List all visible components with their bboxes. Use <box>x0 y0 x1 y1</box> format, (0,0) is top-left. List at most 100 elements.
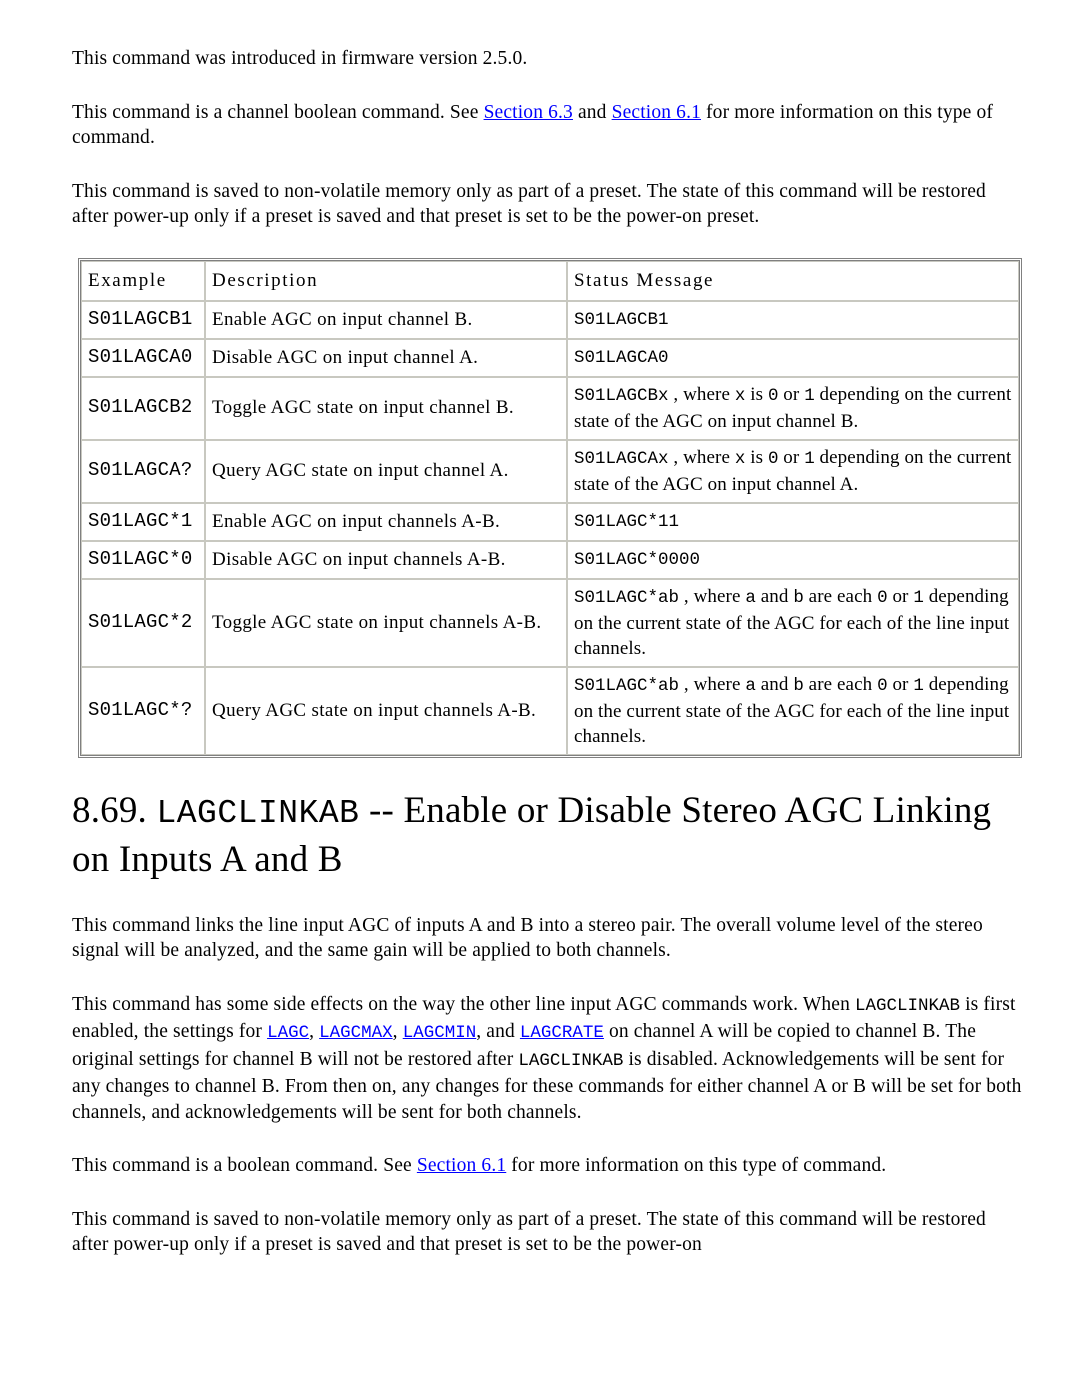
cell-description: Disable AGC on input channel A. <box>205 338 567 377</box>
table-header-row: Example Description Status Message <box>81 260 1019 301</box>
command-code: 1 <box>913 675 924 696</box>
command-code: b <box>793 675 804 696</box>
section-link[interactable]: Section 6.1 <box>612 102 701 123</box>
section-link[interactable]: Section 6.3 <box>484 102 573 123</box>
command-code: S01LAGC*0000 <box>574 549 701 570</box>
table-row: S01LAGC*1 Enable AGC on input channels A-… <box>81 502 1019 541</box>
paragraph-stereo-pair: This command links the line input AGC of… <box>72 913 1022 964</box>
cell-description: Query AGC state on input channels A-B. <box>205 666 567 755</box>
column-header-description: Description <box>205 260 567 301</box>
cell-example: S01LAGC*2 <box>81 578 205 667</box>
command-code: 0 <box>767 385 779 406</box>
text-run: This command has some side effects on th… <box>72 993 856 1015</box>
text-run: , where <box>679 673 746 695</box>
table-row: S01LAGCB1 Enable AGC on input channel B. S… <box>81 300 1019 339</box>
cell-status-message: S01LAGCAx , where x is 0 or 1 depending … <box>567 439 1019 503</box>
cell-example: S01LAGCA0 <box>81 338 205 377</box>
command-code: 1 <box>804 448 815 469</box>
command-code: S01LAGCB1 <box>574 309 669 330</box>
heading-command: LAGCLINKAB <box>156 794 360 832</box>
column-header-example: Example <box>81 260 205 301</box>
command-code: S01LAGCA0 <box>574 347 669 368</box>
command-code: 0 <box>877 587 888 608</box>
text-run: , where <box>668 383 735 405</box>
text-run: and <box>755 585 794 607</box>
command-code: a <box>745 587 756 608</box>
command-code: S01LAGC*ab <box>574 675 680 696</box>
cell-status-message: S01LAGC*0000 <box>567 540 1019 579</box>
cell-example: S01LAGC*0 <box>81 540 205 579</box>
text-run: , <box>392 1021 403 1042</box>
text-run: are each <box>803 585 878 607</box>
command-code: LAGCLINKAB <box>518 1050 624 1071</box>
cell-description: Enable AGC on input channels A-B. <box>205 502 567 541</box>
bottom-paragraphs: This command links the line input AGC of… <box>72 913 1022 1258</box>
heading-separator: -- <box>368 789 394 831</box>
command-code: 0 <box>767 448 779 469</box>
cell-status-message: S01LAGC*ab , where a and b are each 0 or… <box>567 666 1019 755</box>
text-run: is <box>745 383 768 405</box>
cell-description: Toggle AGC state on input channel B. <box>205 376 567 440</box>
command-code: b <box>793 587 804 608</box>
paragraph-channel-boolean: This command is a channel boolean comman… <box>72 100 1022 151</box>
command-code: S01LAGC*ab <box>574 587 680 608</box>
cell-example: S01LAGC*1 <box>81 502 205 541</box>
table-head: Example Description Status Message <box>81 260 1019 301</box>
text-run: and <box>572 101 612 123</box>
table-row: S01LAGCA0 Disable AGC on input channel A.… <box>81 338 1019 377</box>
command-code: S01LAGC*11 <box>574 511 680 532</box>
paragraph-boolean-command: This command is a boolean command. See S… <box>72 1153 1022 1179</box>
command-code: x <box>734 385 746 406</box>
paragraph-side-effects: This command has some side effects on th… <box>72 992 1022 1126</box>
text-run: are each <box>803 673 878 695</box>
top-paragraphs: This command was introduced in firmware … <box>72 46 1022 230</box>
cell-status-message: S01LAGC*11 <box>567 502 1019 541</box>
text-run: This command is saved to non-volatile me… <box>72 1208 986 1256</box>
paragraph-preset-memory: This command is saved to non-volatile me… <box>72 179 1022 230</box>
command-link[interactable]: LAGCMAX <box>319 1023 393 1043</box>
document-page: This command was introduced in firmware … <box>0 0 1080 1397</box>
text-run: and <box>755 673 794 695</box>
cell-description: Query AGC state on input channel A. <box>205 439 567 503</box>
text-run: or <box>887 585 914 607</box>
command-link[interactable]: LAGCMIN <box>403 1023 477 1043</box>
cell-description: Enable AGC on input channel B. <box>205 300 567 339</box>
page-title: 8.69. LAGCLINKAB -- Enable or Disable St… <box>72 788 1022 883</box>
command-code: x <box>734 448 746 469</box>
cell-status-message: S01LAGCA0 <box>567 338 1019 377</box>
text-run: , where <box>679 585 746 607</box>
text-run: or <box>778 383 805 405</box>
text-run: This command is a boolean command. See <box>72 1155 417 1176</box>
text-run: or <box>778 446 805 468</box>
document-content: This command was introduced in firmware … <box>72 46 1022 1286</box>
text-run: for more information on this type of com… <box>506 1155 887 1176</box>
cell-status-message: S01LAGC*ab , where a and b are each 0 or… <box>567 578 1019 667</box>
paragraph-firmware-version: This command was introduced in firmware … <box>72 46 1022 72</box>
table-row: S01LAGC*? Query AGC state on input channe… <box>81 666 1019 755</box>
text-run: This command was introduced in firmware … <box>72 48 528 69</box>
command-code: 1 <box>913 587 924 608</box>
cell-example: S01LAGCA? <box>81 439 205 503</box>
command-code: 1 <box>804 385 815 406</box>
cell-example: S01LAGCB1 <box>81 300 205 339</box>
cell-status-message: S01LAGCB1 <box>567 300 1019 339</box>
table-row: S01LAGC*2 Toggle AGC state on input chann… <box>81 578 1019 667</box>
command-code: a <box>745 675 756 696</box>
paragraph-preset-memory-bottom: This command is saved to non-volatile me… <box>72 1207 1022 1258</box>
cell-description: Disable AGC on input channels A-B. <box>205 540 567 579</box>
text-run: , where <box>668 446 735 468</box>
section-link[interactable]: Section 6.1 <box>417 1155 506 1176</box>
command-code: S01LAGCBx <box>574 385 669 406</box>
cell-status-message: S01LAGCBx , where x is 0 or 1 depending … <box>567 376 1019 440</box>
command-link[interactable]: LAGC <box>267 1023 309 1043</box>
lagc-command-examples-table: Example Description Status Message S01LA… <box>78 257 1022 758</box>
text-run: , and <box>476 1021 520 1042</box>
table-row: S01LAGCB2 Toggle AGC state on input chann… <box>81 376 1019 440</box>
command-code: S01LAGCAx <box>574 448 669 469</box>
command-code: 0 <box>877 675 888 696</box>
command-link[interactable]: LAGCRATE <box>520 1023 604 1043</box>
text-run: This command links the line input AGC of… <box>72 914 983 962</box>
command-code: LAGCLINKAB <box>855 995 961 1016</box>
cell-example: S01LAGCB2 <box>81 376 205 440</box>
text-run: is <box>745 446 768 468</box>
